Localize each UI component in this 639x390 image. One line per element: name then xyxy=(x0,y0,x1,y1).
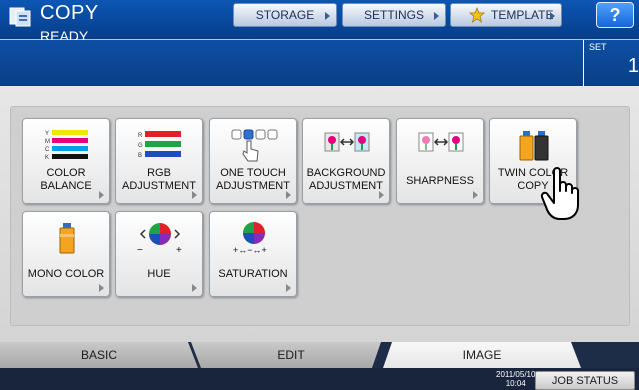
set-label: SET xyxy=(589,42,607,52)
template-button[interactable]: TEMPLATE xyxy=(450,3,562,27)
svg-text:−: − xyxy=(137,245,143,256)
settings-button-label: SETTINGS xyxy=(363,8,424,22)
rgb-adjustment-label: RGB ADJUSTMENT xyxy=(122,167,196,192)
chevron-right-icon xyxy=(473,191,478,199)
hue-label: HUE xyxy=(147,268,171,280)
rgb-adjustment-button[interactable]: R G B RGB ADJUSTMENT xyxy=(115,118,203,204)
chevron-right-icon xyxy=(550,12,555,20)
tab-basic[interactable]: BASIC xyxy=(0,342,198,368)
function-grid: Y M C K COLOR BALANCE R G B RGB ADJUSTME… xyxy=(10,106,630,326)
template-button-label: TEMPLATE xyxy=(491,8,554,22)
settings-button[interactable]: SETTINGS xyxy=(342,3,446,27)
mono-color-button[interactable]: MONO COLOR xyxy=(22,211,110,297)
background-adjustment-button[interactable]: BACKGROUND ADJUSTMENT xyxy=(302,118,390,204)
svg-text:B: B xyxy=(138,153,142,159)
saturation-label: SATURATION xyxy=(218,268,288,280)
time-text: 10:04 xyxy=(505,379,526,388)
one-touch-icon xyxy=(231,129,278,162)
date-text: 2011/05/10 xyxy=(496,370,536,379)
storage-button-label: STORAGE xyxy=(255,8,315,22)
tab-image[interactable]: IMAGE xyxy=(383,342,581,368)
color-bars-cmyk-icon: Y M C K xyxy=(45,130,88,161)
chevron-right-icon xyxy=(434,12,439,20)
color-balance-button[interactable]: Y M C K COLOR BALANCE xyxy=(22,118,110,204)
sharpness-label: SHARPNESS xyxy=(406,175,474,187)
color-balance-label: COLOR BALANCE xyxy=(40,167,92,192)
mono-color-label: MONO COLOR xyxy=(27,268,105,280)
saturation-wheel-icon: +↔−↔+ xyxy=(233,222,267,255)
chevron-right-icon xyxy=(325,12,330,20)
tab-bar: BASIC EDIT IMAGE xyxy=(0,342,639,368)
job-status-button[interactable]: JOB STATUS xyxy=(535,371,635,390)
help-button[interactable]: ? xyxy=(596,2,634,28)
svg-text:+: + xyxy=(176,245,182,256)
svg-text:M: M xyxy=(45,139,50,145)
sharpness-swap-icon xyxy=(418,132,464,152)
background-adjustment-label: BACKGROUND ADJUSTMENT xyxy=(306,167,386,192)
page-title: COPY xyxy=(40,2,99,24)
sharpness-button[interactable]: SHARPNESS xyxy=(396,118,484,204)
copy-app-icon xyxy=(9,7,31,27)
bottle-icon xyxy=(59,223,75,254)
chevron-right-icon xyxy=(99,191,104,199)
chevron-right-icon xyxy=(192,191,197,199)
set-count: 1 xyxy=(627,55,639,77)
saturation-button[interactable]: +↔−↔+ SATURATION xyxy=(209,211,297,297)
chevron-right-icon xyxy=(286,191,291,199)
chevron-right-icon xyxy=(379,191,384,199)
svg-text:R: R xyxy=(138,133,143,139)
tab-edit[interactable]: EDIT xyxy=(191,342,381,368)
one-touch-adjustment-label: ONE TOUCH ADJUSTMENT xyxy=(216,167,290,192)
svg-text:K: K xyxy=(45,155,49,161)
svg-text:+↔−↔+: +↔−↔+ xyxy=(233,245,267,255)
top-bar: COPY READY STORAGE SETTINGS TEMPLATE ? xyxy=(0,0,639,44)
one-touch-adjustment-button[interactable]: ONE TOUCH ADJUSTMENT xyxy=(209,118,297,204)
svg-text:Y: Y xyxy=(45,131,49,137)
hue-button[interactable]: − + HUE xyxy=(115,211,203,297)
chevron-right-icon xyxy=(99,284,104,292)
star-icon xyxy=(469,7,485,23)
date-time: 2011/05/10 10:04 xyxy=(496,370,535,388)
rgb-bars-icon: R G B xyxy=(138,131,181,159)
chevron-right-icon xyxy=(286,284,291,292)
footer: 2011/05/10 10:04 JOB STATUS xyxy=(0,368,639,390)
hand-pointer-icon xyxy=(540,167,579,220)
twin-bottles-icon xyxy=(519,131,549,161)
hue-wheel-icon: − + xyxy=(137,223,182,256)
set-counter: SET 1 xyxy=(583,40,639,86)
header-band xyxy=(0,40,639,86)
svg-text:G: G xyxy=(138,143,143,149)
storage-button[interactable]: STORAGE xyxy=(233,3,337,27)
chevron-right-icon xyxy=(192,284,197,292)
svg-text:C: C xyxy=(45,147,50,153)
background-swap-icon xyxy=(324,132,370,152)
